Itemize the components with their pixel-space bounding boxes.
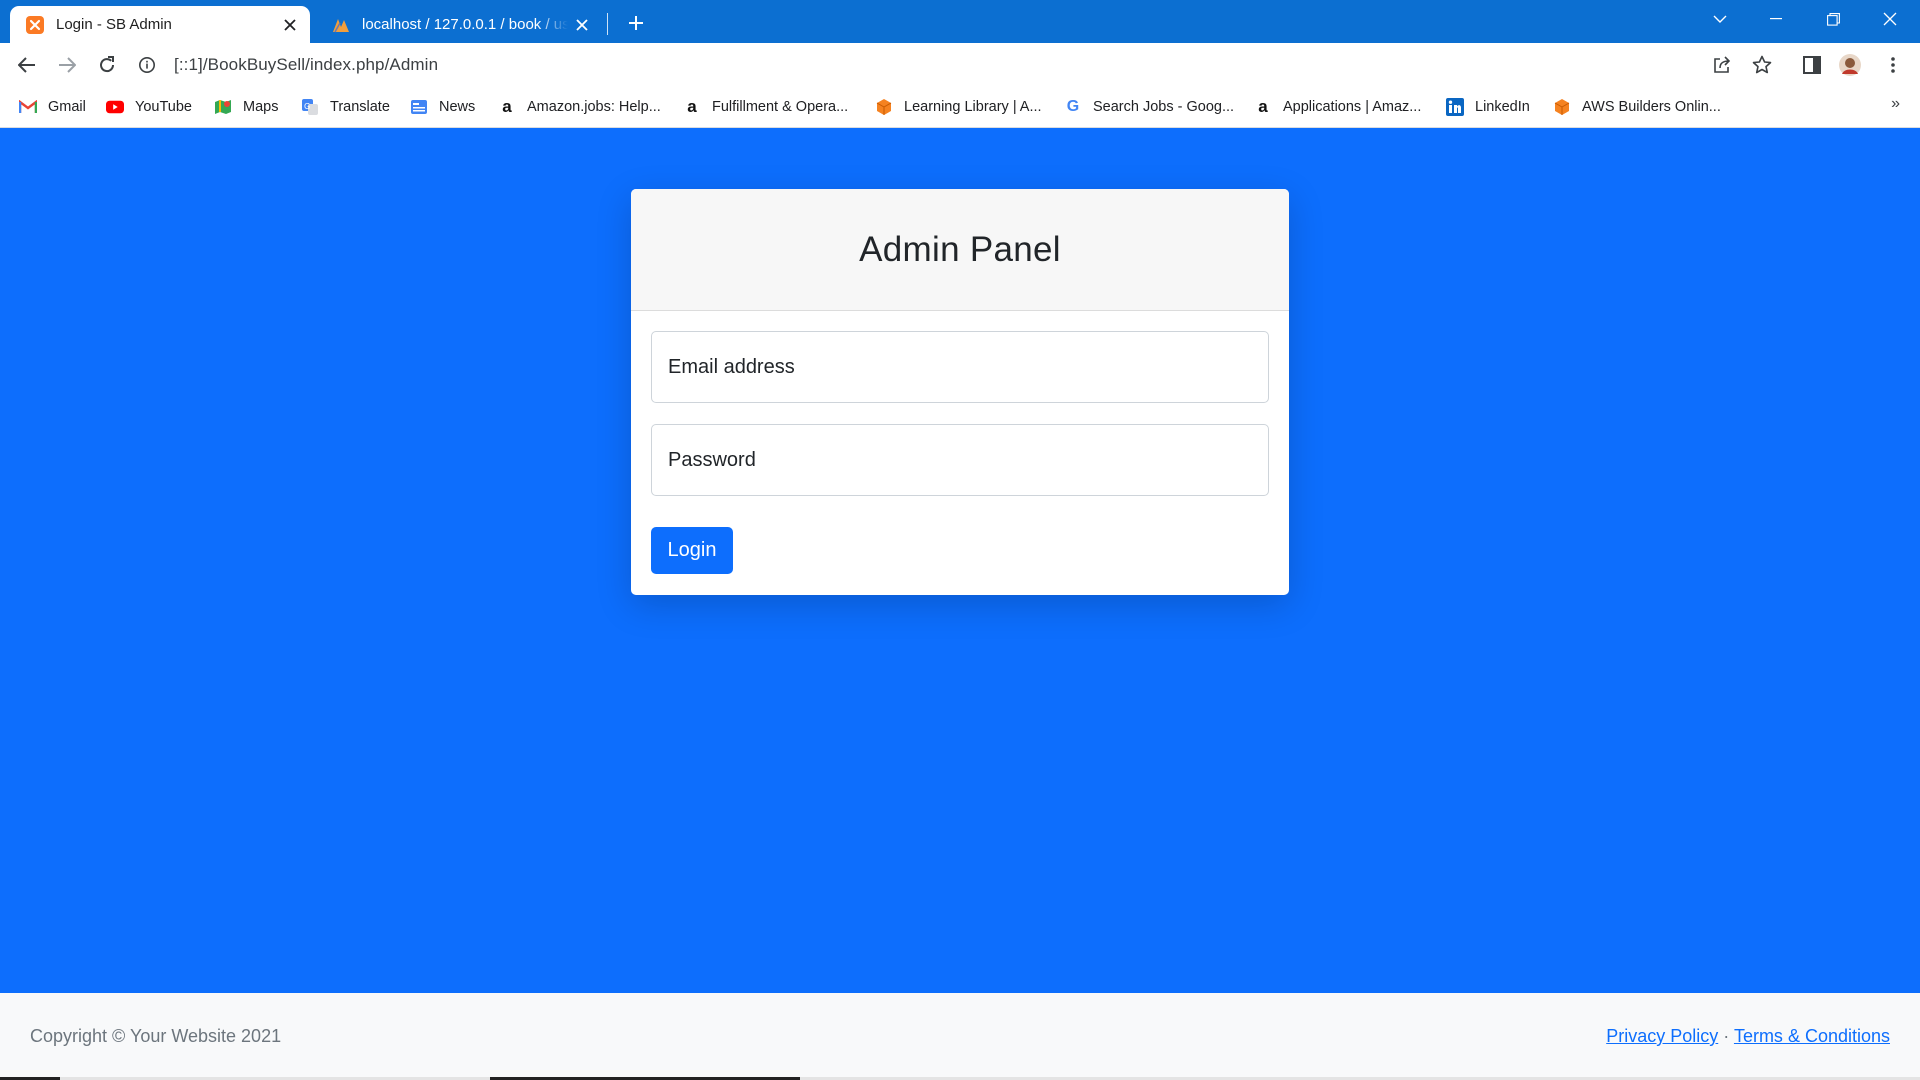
aws-icon bbox=[875, 98, 893, 116]
terms-conditions-link[interactable]: Terms & Conditions bbox=[1734, 1026, 1890, 1046]
browser-toolbar: [::1]/BookBuySell/index.php/Admin bbox=[0, 43, 1920, 87]
password-field[interactable]: Password bbox=[651, 424, 1269, 496]
tab-title: Login - SB Admin bbox=[56, 16, 172, 33]
bookmark-label: Fulfillment & Opera... bbox=[712, 99, 849, 115]
tab-title: localhost / 127.0.0.1 / book / users bbox=[362, 16, 568, 33]
bookmark-label: Search Jobs - Goog... bbox=[1093, 99, 1235, 115]
tab-search-chevron-icon[interactable] bbox=[1692, 0, 1748, 38]
svg-text:G: G bbox=[304, 102, 310, 111]
xampp-favicon-icon bbox=[26, 15, 44, 34]
bookmark-label: News bbox=[439, 99, 476, 115]
address-url[interactable]: [::1]/BookBuySell/index.php/Admin bbox=[174, 55, 438, 75]
tab-login-sb-admin[interactable]: Login - SB Admin bbox=[10, 6, 310, 43]
login-card: Admin Panel Email address Password Login bbox=[631, 189, 1289, 595]
youtube-icon bbox=[106, 98, 124, 116]
page-title: Admin Panel bbox=[859, 229, 1061, 269]
amazon-icon: a bbox=[687, 97, 697, 116]
tab-phpmyadmin[interactable]: localhost / 127.0.0.1 / book / users bbox=[316, 6, 602, 43]
amazon-icon: a bbox=[502, 97, 512, 116]
footer-links: Privacy Policy · Terms & Conditions bbox=[1606, 1026, 1890, 1047]
reload-icon[interactable] bbox=[91, 49, 123, 81]
bookmark-applications[interactable]: a Applications | Amaz... bbox=[1254, 95, 1421, 119]
bookmark-label: Learning Library | A... bbox=[904, 99, 1042, 115]
linkedin-icon bbox=[1446, 98, 1464, 116]
news-icon bbox=[410, 98, 428, 116]
email-field[interactable]: Email address bbox=[651, 331, 1269, 403]
aws-icon bbox=[1553, 98, 1571, 116]
site-info-icon[interactable] bbox=[138, 56, 156, 74]
side-panel-icon[interactable] bbox=[1796, 49, 1828, 81]
close-window-icon[interactable] bbox=[1862, 0, 1918, 38]
bookmark-amazon-jobs[interactable]: a Amazon.jobs: Help... bbox=[498, 95, 661, 119]
maps-icon bbox=[214, 98, 232, 116]
bookmark-maps[interactable]: Maps bbox=[214, 95, 278, 119]
bookmark-label: Gmail bbox=[48, 99, 86, 115]
minimize-icon[interactable] bbox=[1748, 0, 1804, 38]
bookmark-label: Maps bbox=[243, 99, 279, 115]
bookmark-gmail[interactable]: Gmail bbox=[19, 95, 86, 119]
bookmark-label: AWS Builders Onlin... bbox=[1582, 99, 1721, 115]
close-tab-icon[interactable] bbox=[276, 11, 304, 39]
password-placeholder: Password bbox=[668, 448, 756, 471]
translate-icon: G bbox=[301, 98, 319, 116]
card-header: Admin Panel bbox=[631, 189, 1289, 311]
footer: Copyright © Your Website 2021 Privacy Po… bbox=[0, 993, 1920, 1080]
bookmark-label: Applications | Amaz... bbox=[1283, 99, 1422, 115]
bookmark-search-jobs[interactable]: G Search Jobs - Goog... bbox=[1064, 95, 1234, 119]
email-placeholder: Email address bbox=[668, 355, 795, 378]
google-icon: G bbox=[1066, 98, 1080, 115]
bookmark-label: Amazon.jobs: Help... bbox=[527, 99, 661, 115]
bookmark-aws-builders[interactable]: AWS Builders Onlin... bbox=[1553, 95, 1721, 119]
restore-icon[interactable] bbox=[1805, 0, 1861, 38]
bookmark-translate[interactable]: G Translate bbox=[301, 95, 390, 119]
phpmyadmin-favicon-icon bbox=[333, 18, 349, 32]
login-button[interactable]: Login bbox=[651, 527, 733, 574]
footer-separator: · bbox=[1723, 1026, 1730, 1046]
bookmark-star-icon[interactable] bbox=[1746, 49, 1778, 81]
bookmark-label: Translate bbox=[330, 99, 390, 115]
bookmarks-bar: Gmail YouTube Maps G Translate News a Am… bbox=[0, 87, 1920, 128]
amazon-icon: a bbox=[1258, 97, 1268, 116]
back-arrow-icon[interactable] bbox=[11, 49, 43, 81]
copyright-text: Copyright © Your Website 2021 bbox=[30, 1026, 282, 1046]
browser-menu-icon[interactable] bbox=[1877, 49, 1909, 81]
profile-avatar-icon[interactable] bbox=[1834, 49, 1866, 81]
bookmark-linkedin[interactable]: LinkedIn bbox=[1446, 95, 1530, 119]
share-icon[interactable] bbox=[1706, 49, 1738, 81]
bookmark-fulfillment[interactable]: a Fulfillment & Opera... bbox=[683, 95, 848, 119]
gmail-icon bbox=[19, 98, 37, 116]
tab-separator bbox=[607, 13, 608, 35]
privacy-policy-link[interactable]: Privacy Policy bbox=[1606, 1026, 1718, 1046]
address-bar[interactable]: [::1]/BookBuySell/index.php/Admin bbox=[138, 49, 1758, 81]
bookmark-label: LinkedIn bbox=[1475, 99, 1530, 115]
bookmark-label: YouTube bbox=[135, 99, 192, 115]
browser-tab-strip: Login - SB Admin localhost / 127.0.0.1 /… bbox=[0, 0, 1920, 43]
bookmark-news[interactable]: News bbox=[410, 95, 475, 119]
more-bookmarks-chevron-icon[interactable]: » bbox=[1891, 95, 1900, 113]
new-tab-plus-icon[interactable] bbox=[622, 8, 650, 36]
forward-arrow-icon[interactable] bbox=[51, 49, 83, 81]
close-tab-icon[interactable] bbox=[568, 11, 596, 39]
bookmark-learning-library[interactable]: Learning Library | A... bbox=[875, 95, 1042, 119]
bookmark-youtube[interactable]: YouTube bbox=[106, 95, 192, 119]
